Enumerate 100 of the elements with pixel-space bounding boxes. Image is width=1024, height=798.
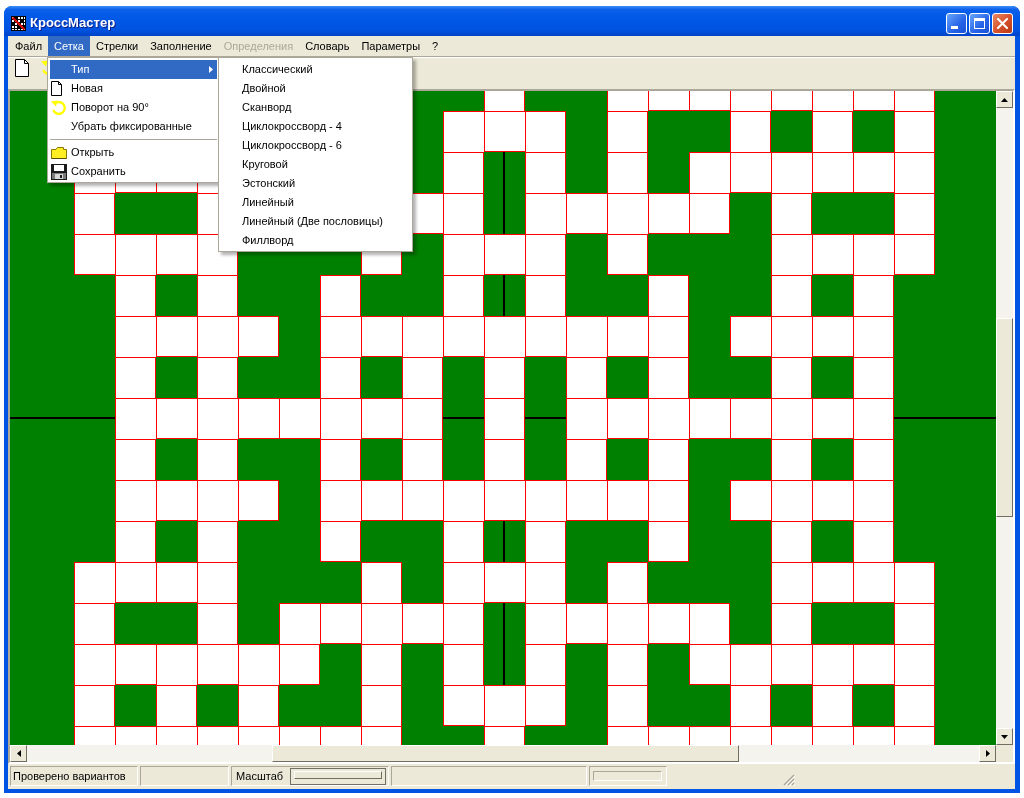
menu-item[interactable]: Линейный (Две пословицы) bbox=[221, 212, 410, 231]
crossword-cell[interactable] bbox=[74, 685, 115, 726]
blocked-cell[interactable] bbox=[525, 357, 566, 398]
crossword-cell[interactable] bbox=[115, 439, 156, 480]
crossword-cell[interactable] bbox=[115, 726, 156, 745]
resize-grip-icon[interactable] bbox=[783, 774, 795, 786]
crossword-cell[interactable] bbox=[197, 357, 238, 398]
crossword-cell[interactable] bbox=[812, 111, 853, 152]
crossword-cell[interactable] bbox=[648, 726, 689, 745]
crossword-cell[interactable] bbox=[607, 91, 648, 111]
crossword-cell[interactable] bbox=[238, 480, 279, 521]
crossword-cell[interactable] bbox=[853, 316, 894, 357]
slider-bar[interactable] bbox=[294, 770, 382, 779]
crossword-cell[interactable] bbox=[525, 685, 566, 726]
crossword-cell[interactable] bbox=[320, 603, 361, 644]
crossword-cell[interactable] bbox=[812, 644, 853, 685]
crossword-cell[interactable] bbox=[730, 91, 771, 111]
blocked-cell[interactable] bbox=[115, 193, 156, 234]
crossword-cell[interactable] bbox=[894, 644, 935, 685]
crossword-cell[interactable] bbox=[238, 726, 279, 745]
blocked-cell[interactable] bbox=[402, 562, 443, 603]
crossword-cell[interactable] bbox=[361, 316, 402, 357]
blocked-cell[interactable] bbox=[156, 357, 197, 398]
crossword-cell[interactable] bbox=[361, 726, 402, 745]
crossword-cell[interactable] bbox=[279, 644, 320, 685]
blocked-cell[interactable] bbox=[607, 521, 648, 562]
crossword-cell[interactable] bbox=[443, 562, 484, 603]
crossword-cell[interactable] bbox=[484, 480, 525, 521]
blocked-cell[interactable] bbox=[361, 357, 402, 398]
crossword-cell[interactable] bbox=[443, 480, 484, 521]
scrollbar-thumb[interactable] bbox=[996, 318, 1013, 517]
crossword-cell[interactable] bbox=[771, 603, 812, 644]
crossword-cell[interactable] bbox=[279, 726, 320, 745]
crossword-cell[interactable] bbox=[402, 603, 443, 644]
menu-item[interactable]: Филлворд bbox=[221, 231, 410, 250]
crossword-cell[interactable] bbox=[484, 234, 525, 275]
crossword-cell[interactable] bbox=[443, 316, 484, 357]
crossword-cell[interactable] bbox=[402, 480, 443, 521]
crossword-cell[interactable] bbox=[894, 152, 935, 193]
blocked-cell[interactable] bbox=[320, 644, 361, 685]
crossword-cell[interactable] bbox=[484, 685, 525, 726]
crossword-cell[interactable] bbox=[402, 316, 443, 357]
crossword-cell[interactable] bbox=[525, 234, 566, 275]
crossword-cell[interactable] bbox=[689, 398, 730, 439]
blocked-cell[interactable] bbox=[648, 152, 689, 193]
page-icon[interactable] bbox=[15, 59, 29, 77]
menu-item[interactable]: ? bbox=[426, 36, 445, 56]
crossword-cell[interactable] bbox=[566, 398, 607, 439]
crossword-cell[interactable] bbox=[361, 398, 402, 439]
crossword-cell[interactable] bbox=[648, 603, 689, 644]
blocked-cell[interactable] bbox=[812, 521, 853, 562]
crossword-cell[interactable] bbox=[320, 439, 361, 480]
crossword-cell[interactable] bbox=[115, 562, 156, 603]
crossword-cell[interactable] bbox=[484, 111, 525, 152]
blocked-cell[interactable] bbox=[361, 275, 402, 316]
blocked-cell[interactable] bbox=[156, 603, 197, 644]
menu-item[interactable]: Открыть bbox=[50, 143, 217, 162]
crossword-cell[interactable] bbox=[156, 398, 197, 439]
crossword-cell[interactable] bbox=[894, 603, 935, 644]
crossword-cell[interactable] bbox=[525, 152, 566, 193]
crossword-cell[interactable] bbox=[771, 480, 812, 521]
scrollbar-thumb[interactable] bbox=[272, 745, 739, 762]
menu-item[interactable]: Заполнение bbox=[144, 36, 218, 56]
crossword-cell[interactable] bbox=[484, 726, 525, 745]
crossword-cell[interactable] bbox=[74, 644, 115, 685]
crossword-cell[interactable] bbox=[566, 603, 607, 644]
crossword-cell[interactable] bbox=[115, 316, 156, 357]
crossword-cell[interactable] bbox=[853, 521, 894, 562]
crossword-cell[interactable] bbox=[402, 439, 443, 480]
blocked-cell[interactable] bbox=[853, 603, 894, 644]
crossword-cell[interactable] bbox=[279, 603, 320, 644]
blocked-cell[interactable] bbox=[443, 91, 484, 111]
crossword-cell[interactable] bbox=[197, 562, 238, 603]
crossword-cell[interactable] bbox=[812, 234, 853, 275]
crossword-cell[interactable] bbox=[320, 316, 361, 357]
blocked-cell[interactable] bbox=[771, 685, 812, 726]
crossword-cell[interactable] bbox=[443, 521, 484, 562]
menu-item[interactable]: Файл bbox=[9, 36, 49, 56]
crossword-cell[interactable] bbox=[607, 644, 648, 685]
crossword-cell[interactable] bbox=[812, 480, 853, 521]
blocked-cell[interactable] bbox=[648, 644, 689, 685]
crossword-cell[interactable] bbox=[443, 644, 484, 685]
crossword-cell[interactable] bbox=[730, 398, 771, 439]
crossword-cell[interactable] bbox=[607, 685, 648, 726]
crossword-cell[interactable] bbox=[361, 603, 402, 644]
blocked-cell[interactable] bbox=[730, 193, 771, 234]
crossword-cell[interactable] bbox=[484, 398, 525, 439]
crossword-cell[interactable] bbox=[853, 480, 894, 521]
crossword-cell[interactable] bbox=[197, 521, 238, 562]
crossword-cell[interactable] bbox=[443, 152, 484, 193]
crossword-cell[interactable] bbox=[607, 562, 648, 603]
crossword-cell[interactable] bbox=[689, 193, 730, 234]
blocked-cell[interactable] bbox=[853, 111, 894, 152]
crossword-cell[interactable] bbox=[115, 275, 156, 316]
blocked-cell[interactable] bbox=[402, 644, 443, 685]
crossword-cell[interactable] bbox=[812, 726, 853, 745]
blocked-cell[interactable] bbox=[812, 603, 853, 644]
crossword-cell[interactable] bbox=[812, 316, 853, 357]
crossword-cell[interactable] bbox=[771, 152, 812, 193]
crossword-cell[interactable] bbox=[566, 193, 607, 234]
